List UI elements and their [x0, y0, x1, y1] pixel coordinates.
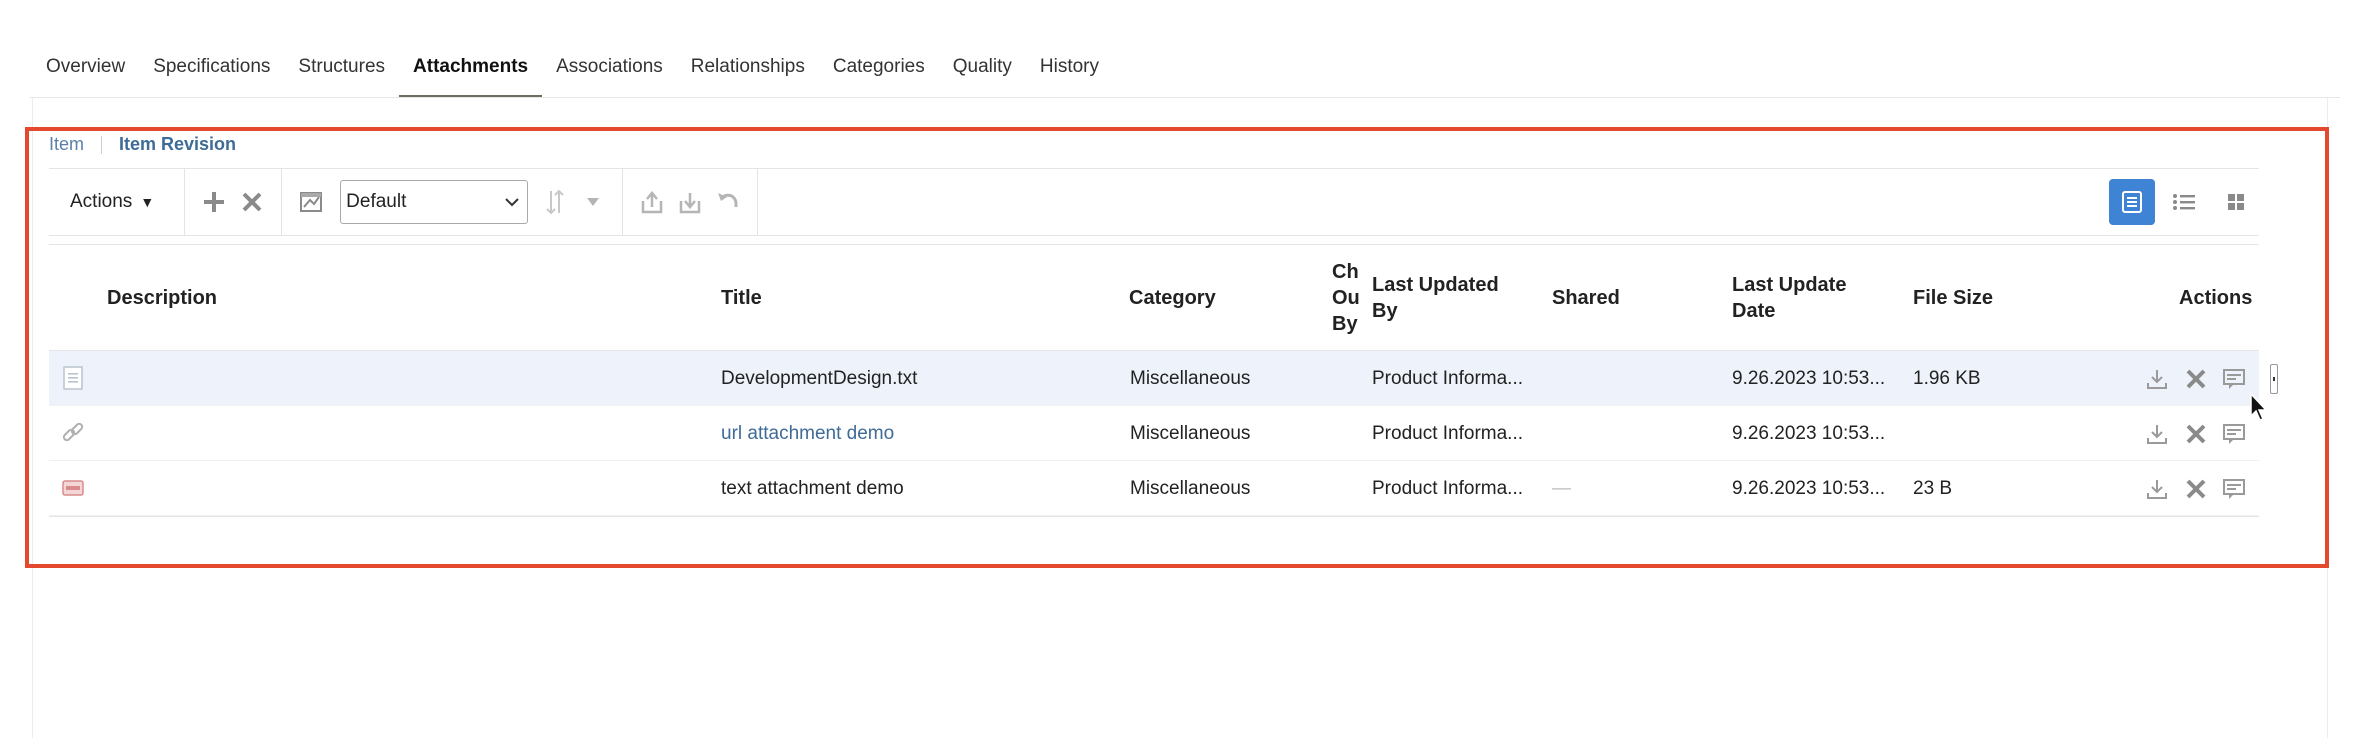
actions-menu-button[interactable]: Actions ▼: [49, 191, 174, 213]
row-title: DevelopmentDesign.txt: [721, 367, 918, 389]
check-in-icon[interactable]: [635, 185, 669, 219]
row-category: Miscellaneous: [1130, 477, 1251, 499]
attachments-toolbar: Actions ▼ Default: [49, 168, 2259, 236]
chevron-down-icon: [505, 198, 519, 207]
row-shared: [1552, 351, 1712, 406]
tab-attachments[interactable]: Attachments: [399, 42, 543, 98]
view-select[interactable]: Default: [340, 180, 529, 224]
link-icon: [62, 422, 84, 442]
table-row[interactable]: text attachment demo Miscellaneous Produ…: [49, 461, 2259, 516]
sort-dropdown-icon[interactable]: [576, 185, 610, 219]
edit-comment-icon[interactable]: [2221, 366, 2247, 392]
attachments-table: Description Title Category Ch Ou By Last…: [49, 244, 2259, 517]
add-icon[interactable]: [197, 185, 231, 219]
text-file-icon: [63, 366, 83, 390]
header-title[interactable]: Title: [721, 285, 762, 311]
row-file-size: 1.96 KB: [1913, 367, 1981, 389]
list-view-icon[interactable]: [2161, 179, 2207, 225]
header-file-size[interactable]: File Size: [1913, 285, 1993, 311]
row-last-updated-by: Product Informa...: [1372, 477, 1524, 499]
check-out-icon[interactable]: [673, 185, 707, 219]
table-row[interactable]: DevelopmentDesign.txt Miscellaneous Prod…: [49, 351, 2259, 406]
header-actions: Actions: [2179, 287, 2253, 309]
caret-down-icon: ▼: [140, 194, 155, 210]
edit-comment-icon[interactable]: [2221, 476, 2247, 502]
download-icon[interactable]: [2144, 421, 2170, 447]
tab-associations[interactable]: Associations: [542, 42, 677, 98]
row-title: text attachment demo: [721, 477, 904, 499]
tab-overview[interactable]: Overview: [30, 42, 139, 98]
tab-bar: Overview Specifications Structures Attac…: [30, 42, 1113, 98]
row-file-size: 23 B: [1913, 477, 1953, 499]
undo-icon[interactable]: [711, 185, 745, 219]
text-attachment-icon: [62, 480, 84, 496]
tab-history[interactable]: History: [1026, 42, 1113, 98]
view-select-value: Default: [346, 191, 407, 212]
header-last-update-date[interactable]: Last Update Date: [1732, 272, 1872, 324]
tab-quality[interactable]: Quality: [939, 42, 1026, 98]
table-header: Description Title Category Ch Ou By Last…: [49, 244, 2259, 351]
breadcrumb-item[interactable]: Item: [49, 134, 84, 155]
row-last-updated-by: Product Informa...: [1372, 367, 1524, 389]
header-category[interactable]: Category: [1129, 285, 1216, 311]
view-mode-switch: [2103, 179, 2259, 225]
table-row[interactable]: url attachment demo Miscellaneous Produc…: [49, 406, 2259, 461]
header-checked-out-by[interactable]: Ch Ou By: [1332, 259, 1362, 337]
sort-icon[interactable]: [538, 185, 572, 219]
row-overflow-handle[interactable]: [2270, 364, 2278, 394]
delete-icon[interactable]: [2183, 476, 2209, 502]
mouse-cursor-icon: [2250, 392, 2268, 421]
row-last-update-date: 9.26.2023 10:53...: [1732, 477, 1886, 499]
table-bottom-border: [49, 516, 2259, 517]
row-shared: —: [1552, 477, 1571, 499]
export-icon[interactable]: [294, 185, 328, 219]
tab-categories[interactable]: Categories: [819, 42, 939, 98]
row-last-update-date: 9.26.2023 10:53...: [1732, 422, 1886, 444]
tab-structures[interactable]: Structures: [284, 42, 399, 98]
tab-specifications[interactable]: Specifications: [139, 42, 284, 98]
table-view-icon[interactable]: [2109, 179, 2155, 225]
delete-icon[interactable]: [2183, 421, 2209, 447]
row-category: Miscellaneous: [1130, 422, 1251, 444]
delete-icon[interactable]: [2183, 366, 2209, 392]
delete-icon[interactable]: [235, 185, 269, 219]
row-shared: [1552, 406, 1712, 461]
header-shared[interactable]: Shared: [1552, 285, 1620, 311]
row-file-size: [1913, 406, 2033, 461]
header-description[interactable]: Description: [107, 285, 217, 311]
breadcrumb-item-revision[interactable]: Item Revision: [119, 134, 236, 155]
row-category: Miscellaneous: [1130, 367, 1251, 389]
edit-comment-icon[interactable]: [2221, 421, 2247, 447]
row-last-updated-by: Product Informa...: [1372, 422, 1524, 444]
download-icon[interactable]: [2144, 476, 2170, 502]
breadcrumb: Item Item Revision: [49, 134, 236, 155]
tab-relationships[interactable]: Relationships: [677, 42, 819, 98]
breadcrumb-separator: [101, 135, 103, 154]
row-last-update-date: 9.26.2023 10:53...: [1732, 367, 1886, 389]
row-title-link[interactable]: url attachment demo: [721, 406, 1101, 461]
header-last-updated-by[interactable]: Last Updated By: [1372, 272, 1522, 324]
actions-label: Actions: [70, 191, 133, 212]
grid-view-icon[interactable]: [2213, 179, 2259, 225]
download-icon[interactable]: [2144, 366, 2170, 392]
